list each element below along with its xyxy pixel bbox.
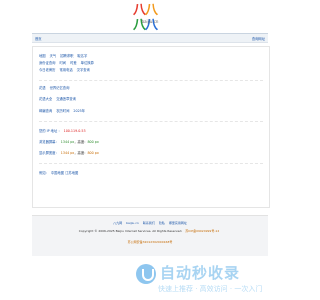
resolution-row: 浏览器屏幕： 1344 px，高度：800 px bbox=[39, 139, 99, 144]
ip-row: 您的 IP 地址 ： 100.119.0.53 bbox=[39, 128, 86, 133]
location-label: 例如： bbox=[39, 171, 49, 175]
watermark-title: 自动秒收录 bbox=[160, 264, 241, 282]
viewport-label: 显示屏宽度： bbox=[39, 151, 59, 155]
link-item[interactable]: 时间 bbox=[59, 61, 66, 65]
link-item[interactable]: 邮编查询 bbox=[39, 109, 52, 113]
divider bbox=[39, 80, 263, 81]
link-item[interactable]: 世界记忆查询 bbox=[50, 86, 70, 90]
logo-domain: baijiu.cn bbox=[141, 19, 159, 24]
footer-link[interactable]: 八九网 bbox=[113, 221, 122, 225]
link-item[interactable]: 单位换算 bbox=[81, 61, 94, 65]
footer: 八九网 baijiu.cn 联系我们 隐私 哪里实用网址 Copyright © 200… bbox=[32, 215, 268, 256]
link-row: 花语大全 交通违章查询 bbox=[39, 96, 80, 101]
resolution-height: 800 px bbox=[87, 140, 99, 144]
link-item[interactable]: 常用电话 bbox=[59, 68, 72, 72]
top-bar: 首页 查询网址 bbox=[32, 33, 268, 43]
link-row: 邮编查询 农历时间 2025年 bbox=[39, 108, 89, 113]
link-item[interactable]: 取名字 bbox=[77, 54, 87, 58]
watermark-icon bbox=[136, 264, 156, 284]
icp-link[interactable]: 苏ICP备09024999号-12 bbox=[185, 229, 219, 233]
footer-psb-row: 苏公网安备32012302000168号 bbox=[32, 240, 268, 244]
divider bbox=[39, 121, 263, 122]
link-item[interactable]: 时差 bbox=[70, 61, 77, 65]
watermark: 自动秒收录 快速上推荐 · 高效访问 · 一次入门 bbox=[136, 262, 298, 296]
viewport-width: 1344 px bbox=[60, 151, 75, 155]
footer-link[interactable]: 隐私 bbox=[159, 221, 165, 225]
location-row: 例如： 中国地图 江苏地图 bbox=[39, 170, 82, 175]
link-item[interactable]: 花语 bbox=[39, 86, 46, 90]
footer-link[interactable]: 联系我们 bbox=[143, 221, 155, 225]
footer-link[interactable]: baijiu.cn bbox=[126, 221, 139, 225]
resolution-label: 浏览器屏幕： bbox=[39, 140, 59, 144]
logo-mark: 八八八八 bbox=[133, 3, 167, 33]
footer-link[interactable]: 哪里实用网址 bbox=[169, 221, 187, 225]
main-panel: 地图 天气 招聘求职 取名字 身份证查询 时间 时差 单位换算 今日老黄历 常用电话 汉字查询 … bbox=[32, 46, 270, 208]
link-item[interactable]: 2025年 bbox=[73, 109, 85, 113]
logo-char: 八 bbox=[133, 3, 146, 18]
link-item[interactable]: 身份证查询 bbox=[39, 61, 55, 65]
footer-copyright-row: Copyright © 2006-2025 Baijiu Internet Se… bbox=[32, 229, 268, 233]
ip-label: 您的 IP 地址 ： bbox=[39, 129, 62, 133]
link-item[interactable]: 汉字查询 bbox=[77, 68, 90, 72]
location-link[interactable]: 中国地图 江苏地图 bbox=[51, 171, 78, 175]
resolution-sep: ，高度： bbox=[74, 140, 88, 144]
link-item[interactable]: 地图 bbox=[39, 54, 46, 58]
copyright-text: Copyright © 2006-2025 Baijiu Internet Se… bbox=[78, 229, 183, 233]
link-row: 今日老黄历 常用电话 汉字查询 bbox=[39, 67, 94, 72]
home-link[interactable]: 首页 bbox=[35, 36, 42, 41]
ip-value: 100.119.0.53 bbox=[63, 129, 86, 133]
viewport-row: 显示屏宽度： 1344 px，高度：800 px bbox=[39, 150, 99, 155]
link-item[interactable]: 今日老黄历 bbox=[39, 68, 55, 72]
watermark-subtitle: 快速上推荐 · 高效访问 · 一次入门 bbox=[158, 285, 263, 293]
link-row: 花语 世界记忆查询 bbox=[39, 85, 73, 90]
resolution-width: 1344 px bbox=[60, 140, 75, 144]
link-item[interactable]: 招聘求职 bbox=[60, 54, 73, 58]
link-item[interactable]: 天气 bbox=[50, 54, 57, 58]
viewport-sep: ，高度： bbox=[74, 151, 88, 155]
site-logo[interactable]: 八八八八 baijiu.cn bbox=[129, 3, 171, 33]
set-homepage-link[interactable]: 查询网址 bbox=[252, 36, 265, 41]
link-row: 身份证查询 时间 时差 单位换算 bbox=[39, 60, 98, 65]
logo-char: 八 bbox=[145, 3, 158, 18]
link-item[interactable]: 花语大全 bbox=[39, 97, 52, 101]
divider bbox=[39, 163, 263, 164]
link-row: 地图 天气 招聘求职 取名字 bbox=[39, 53, 91, 58]
viewport-height: 800 px bbox=[87, 151, 99, 155]
link-item[interactable]: 农历时间 bbox=[56, 109, 69, 113]
link-item[interactable]: 交通违章查询 bbox=[56, 97, 76, 101]
psb-link[interactable]: 苏公网安备32012302000168号 bbox=[128, 240, 173, 244]
footer-links: 八九网 baijiu.cn 联系我们 隐私 哪里实用网址 bbox=[32, 221, 268, 225]
